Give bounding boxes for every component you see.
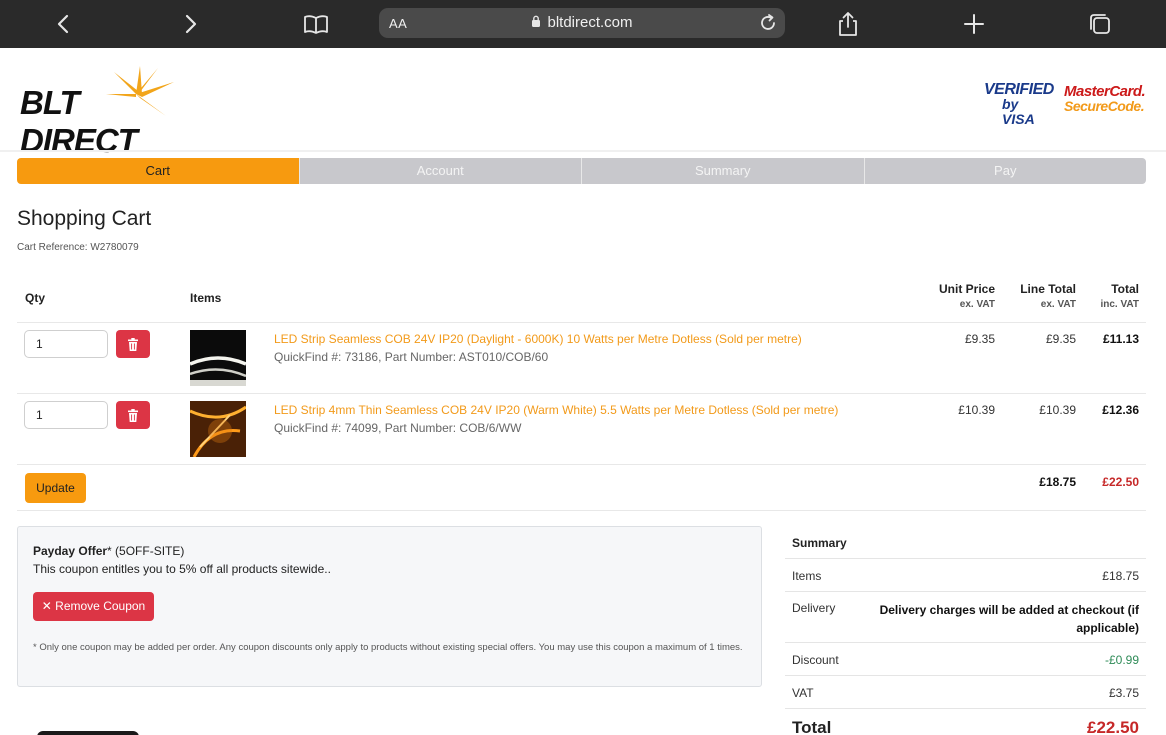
row-total: £12.36 (1102, 403, 1139, 417)
col-total: Total inc. VAT (1100, 282, 1139, 310)
quantity-input[interactable]: 1 (24, 330, 108, 358)
new-tab-icon[interactable] (960, 10, 988, 38)
product-meta: QuickFind #: 73186, Part Number: AST010/… (274, 350, 549, 364)
logo-text: BLT DIRECT (20, 84, 138, 159)
subtotal-inc-vat: £22.50 (1102, 475, 1139, 489)
browser-toolbar: AA bltdirect.com (0, 0, 1166, 48)
coupon-description: This coupon entitles you to 5% off all p… (33, 562, 331, 576)
row-divider (17, 393, 1146, 394)
cart-reference: Cart Reference: W2780079 (17, 242, 139, 253)
col-items: Items (190, 291, 222, 305)
forward-icon[interactable] (176, 10, 204, 38)
checkout-button[interactable] (37, 731, 139, 735)
col-line-total: Line Total ex. VAT (1020, 282, 1076, 310)
product-image[interactable] (190, 330, 246, 386)
back-icon[interactable] (50, 10, 78, 38)
header-divider (0, 150, 1166, 152)
summary-title: Summary (792, 536, 847, 550)
checkout-steps: Cart Account Summary Pay (17, 158, 1146, 184)
summary-divider (785, 591, 1146, 592)
summary-divider (785, 708, 1146, 709)
row-divider (17, 322, 1146, 323)
close-icon: ✕ (41, 599, 52, 613)
site-logo[interactable]: BLT DIRECT (18, 64, 203, 159)
share-icon[interactable] (834, 10, 862, 38)
summary-delivery-label: Delivery (792, 601, 836, 615)
subtotal-ex-vat: £18.75 (1039, 475, 1076, 489)
row-divider (17, 464, 1146, 465)
row-divider (17, 510, 1146, 511)
coupon-note: * Only one coupon may be added per order… (33, 642, 743, 653)
line-total: £10.39 (1039, 403, 1076, 417)
line-total: £9.35 (1045, 332, 1076, 346)
unit-price: £10.39 (958, 403, 995, 417)
delete-item-button[interactable] (116, 401, 150, 429)
col-unit-price: Unit Price ex. VAT (938, 282, 995, 310)
delete-item-button[interactable] (116, 330, 150, 358)
lock-icon (531, 15, 541, 32)
step-pay[interactable]: Pay (863, 158, 1146, 184)
summary-vat-label: VAT (792, 686, 814, 700)
tabs-overview-icon[interactable] (1086, 10, 1114, 38)
bookmarks-icon[interactable] (302, 10, 330, 38)
summary-items-label: Items (792, 569, 822, 583)
row-total: £11.13 (1102, 332, 1139, 346)
product-link[interactable]: LED Strip 4mm Thin Seamless COB 24V IP20… (274, 403, 838, 417)
unit-price: £9.35 (964, 332, 995, 346)
step-cart[interactable]: Cart (17, 158, 299, 184)
address-bar[interactable]: AA bltdirect.com (379, 8, 785, 38)
col-qty: Qty (25, 291, 46, 305)
summary-divider (785, 642, 1146, 643)
summary-items-value: £18.75 (1102, 569, 1139, 583)
product-meta: QuickFind #: 74099, Part Number: COB/6/W… (274, 421, 522, 435)
summary-discount-value: -£0.99 (1104, 653, 1139, 667)
summary-divider (785, 675, 1146, 676)
summary-vat-value: £3.75 (1108, 686, 1139, 700)
product-link[interactable]: LED Strip Seamless COB 24V IP20 (Dayligh… (274, 332, 802, 346)
trash-icon (128, 337, 138, 351)
summary-total-value: £22.50 (1087, 718, 1139, 735)
coupon-title: Payday Offer* (5OFF-SITE) (33, 544, 185, 558)
product-image[interactable] (190, 401, 246, 457)
verified-by-visa-badge: VERIFIED by VISA (984, 81, 1054, 127)
step-summary[interactable]: Summary (581, 158, 864, 184)
quantity-input[interactable]: 1 (24, 401, 108, 429)
page-title: Shopping Cart (17, 207, 152, 230)
coupon-panel: Payday Offer* (5OFF-SITE) This coupon en… (17, 526, 762, 687)
summary-discount-label: Discount (792, 653, 839, 667)
summary-delivery-value: Delivery charges will be added at checko… (879, 603, 1139, 635)
summary-divider (785, 558, 1146, 559)
update-button[interactable]: Update (25, 473, 86, 503)
step-account[interactable]: Account (298, 158, 581, 184)
trash-icon (128, 408, 138, 422)
url-text: bltdirect.com (547, 14, 633, 31)
remove-coupon-button[interactable]: ✕ Remove Coupon (33, 592, 154, 621)
mastercard-securecode-badge: MasterCard. SecureCode. (1064, 83, 1146, 114)
reload-icon[interactable] (757, 12, 779, 34)
summary-total-label: Total (792, 718, 832, 735)
